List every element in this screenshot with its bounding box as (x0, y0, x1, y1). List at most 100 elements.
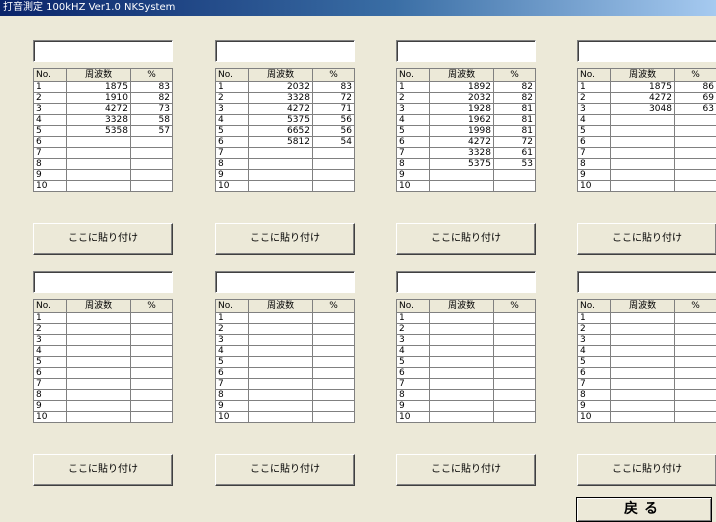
percent-cell[interactable] (673, 367, 716, 379)
frequency-cell[interactable]: 1875 (610, 81, 675, 93)
percent-cell[interactable] (311, 367, 356, 379)
row-no-cell[interactable]: 1 (395, 81, 431, 93)
frequency-cell[interactable] (610, 367, 675, 379)
frequency-cell[interactable]: 1892 (429, 81, 494, 93)
row-no-cell[interactable]: 10 (576, 411, 612, 423)
percent-cell[interactable]: 82 (492, 92, 537, 104)
percent-cell[interactable] (492, 312, 537, 324)
percent-cell[interactable] (129, 158, 174, 170)
paste-here-button[interactable]: ここに貼り付け (577, 454, 716, 486)
frequency-cell[interactable]: 2032 (429, 92, 494, 104)
frequency-cell[interactable] (66, 180, 131, 192)
frequency-cell[interactable] (610, 400, 675, 412)
percent-cell[interactable] (673, 334, 716, 346)
frequency-cell[interactable] (248, 334, 313, 346)
percent-cell[interactable] (129, 312, 174, 324)
frequency-cell[interactable] (610, 334, 675, 346)
row-no-cell[interactable]: 2 (576, 92, 612, 104)
row-no-cell[interactable]: 10 (395, 180, 431, 192)
paste-here-button[interactable]: ここに貼り付け (577, 223, 716, 255)
frequency-cell[interactable] (610, 180, 675, 192)
percent-cell[interactable] (673, 169, 716, 181)
row-no-cell[interactable]: 5 (395, 356, 431, 368)
paste-here-button[interactable]: ここに貼り付け (215, 454, 355, 486)
percent-cell[interactable] (311, 334, 356, 346)
row-no-cell[interactable]: 6 (32, 367, 68, 379)
percent-cell[interactable] (311, 345, 356, 357)
frequency-cell[interactable] (248, 356, 313, 368)
percent-cell[interactable]: 56 (311, 125, 356, 137)
percent-cell[interactable] (129, 180, 174, 192)
percent-cell[interactable] (673, 356, 716, 368)
frequency-cell[interactable] (610, 356, 675, 368)
percent-cell[interactable]: 72 (311, 92, 356, 104)
frequency-cell[interactable]: 1962 (429, 114, 494, 126)
row-no-cell[interactable]: 6 (576, 367, 612, 379)
frequency-cell[interactable] (429, 378, 494, 390)
row-no-cell[interactable]: 2 (214, 323, 250, 335)
percent-cell[interactable] (492, 367, 537, 379)
percent-cell[interactable] (311, 158, 356, 170)
row-no-cell[interactable]: 5 (214, 356, 250, 368)
row-no-cell[interactable]: 7 (576, 378, 612, 390)
percent-cell[interactable]: 82 (492, 81, 537, 93)
row-no-cell[interactable]: 5 (32, 125, 68, 137)
frequency-cell[interactable] (429, 356, 494, 368)
percent-cell[interactable] (673, 400, 716, 412)
row-no-cell[interactable]: 8 (32, 158, 68, 170)
frequency-cell[interactable] (429, 367, 494, 379)
percent-cell[interactable] (311, 400, 356, 412)
row-no-cell[interactable]: 3 (32, 334, 68, 346)
percent-cell[interactable]: 81 (492, 114, 537, 126)
frequency-cell[interactable] (248, 345, 313, 357)
row-no-cell[interactable]: 6 (214, 367, 250, 379)
row-no-cell[interactable]: 4 (395, 345, 431, 357)
row-no-cell[interactable]: 2 (32, 323, 68, 335)
row-no-cell[interactable]: 6 (32, 136, 68, 148)
panel-name-input[interactable] (215, 271, 355, 293)
frequency-cell[interactable] (429, 400, 494, 412)
row-no-cell[interactable]: 3 (214, 103, 250, 115)
row-no-cell[interactable]: 6 (576, 136, 612, 148)
frequency-cell[interactable]: 3048 (610, 103, 675, 115)
frequency-cell[interactable]: 4272 (610, 92, 675, 104)
row-no-cell[interactable]: 5 (576, 356, 612, 368)
row-no-cell[interactable]: 4 (32, 114, 68, 126)
row-no-cell[interactable]: 1 (395, 312, 431, 324)
percent-cell[interactable]: 86 (673, 81, 716, 93)
frequency-cell[interactable]: 5375 (429, 158, 494, 170)
percent-cell[interactable] (492, 334, 537, 346)
percent-cell[interactable]: 71 (311, 103, 356, 115)
percent-cell[interactable] (492, 400, 537, 412)
row-no-cell[interactable]: 8 (214, 158, 250, 170)
percent-cell[interactable] (311, 411, 356, 423)
row-no-cell[interactable]: 4 (32, 345, 68, 357)
row-no-cell[interactable]: 8 (576, 389, 612, 401)
frequency-cell[interactable]: 3328 (248, 92, 313, 104)
frequency-cell[interactable] (66, 389, 131, 401)
frequency-cell[interactable] (66, 411, 131, 423)
frequency-cell[interactable] (248, 158, 313, 170)
frequency-cell[interactable]: 1875 (66, 81, 131, 93)
percent-cell[interactable] (673, 125, 716, 137)
percent-cell[interactable] (129, 345, 174, 357)
row-no-cell[interactable]: 2 (395, 323, 431, 335)
panel-name-input[interactable] (577, 271, 716, 293)
frequency-cell[interactable] (248, 323, 313, 335)
percent-cell[interactable]: 72 (492, 136, 537, 148)
percent-cell[interactable] (673, 147, 716, 159)
frequency-cell[interactable] (610, 389, 675, 401)
frequency-cell[interactable]: 5358 (66, 125, 131, 137)
frequency-cell[interactable]: 1910 (66, 92, 131, 104)
percent-cell[interactable] (311, 378, 356, 390)
row-no-cell[interactable]: 1 (576, 312, 612, 324)
row-no-cell[interactable]: 3 (395, 103, 431, 115)
frequency-cell[interactable] (248, 169, 313, 181)
frequency-cell[interactable] (429, 345, 494, 357)
row-no-cell[interactable]: 2 (32, 92, 68, 104)
row-no-cell[interactable]: 9 (576, 169, 612, 181)
percent-cell[interactable] (673, 411, 716, 423)
frequency-cell[interactable]: 6652 (248, 125, 313, 137)
percent-cell[interactable] (311, 356, 356, 368)
frequency-cell[interactable]: 2032 (248, 81, 313, 93)
